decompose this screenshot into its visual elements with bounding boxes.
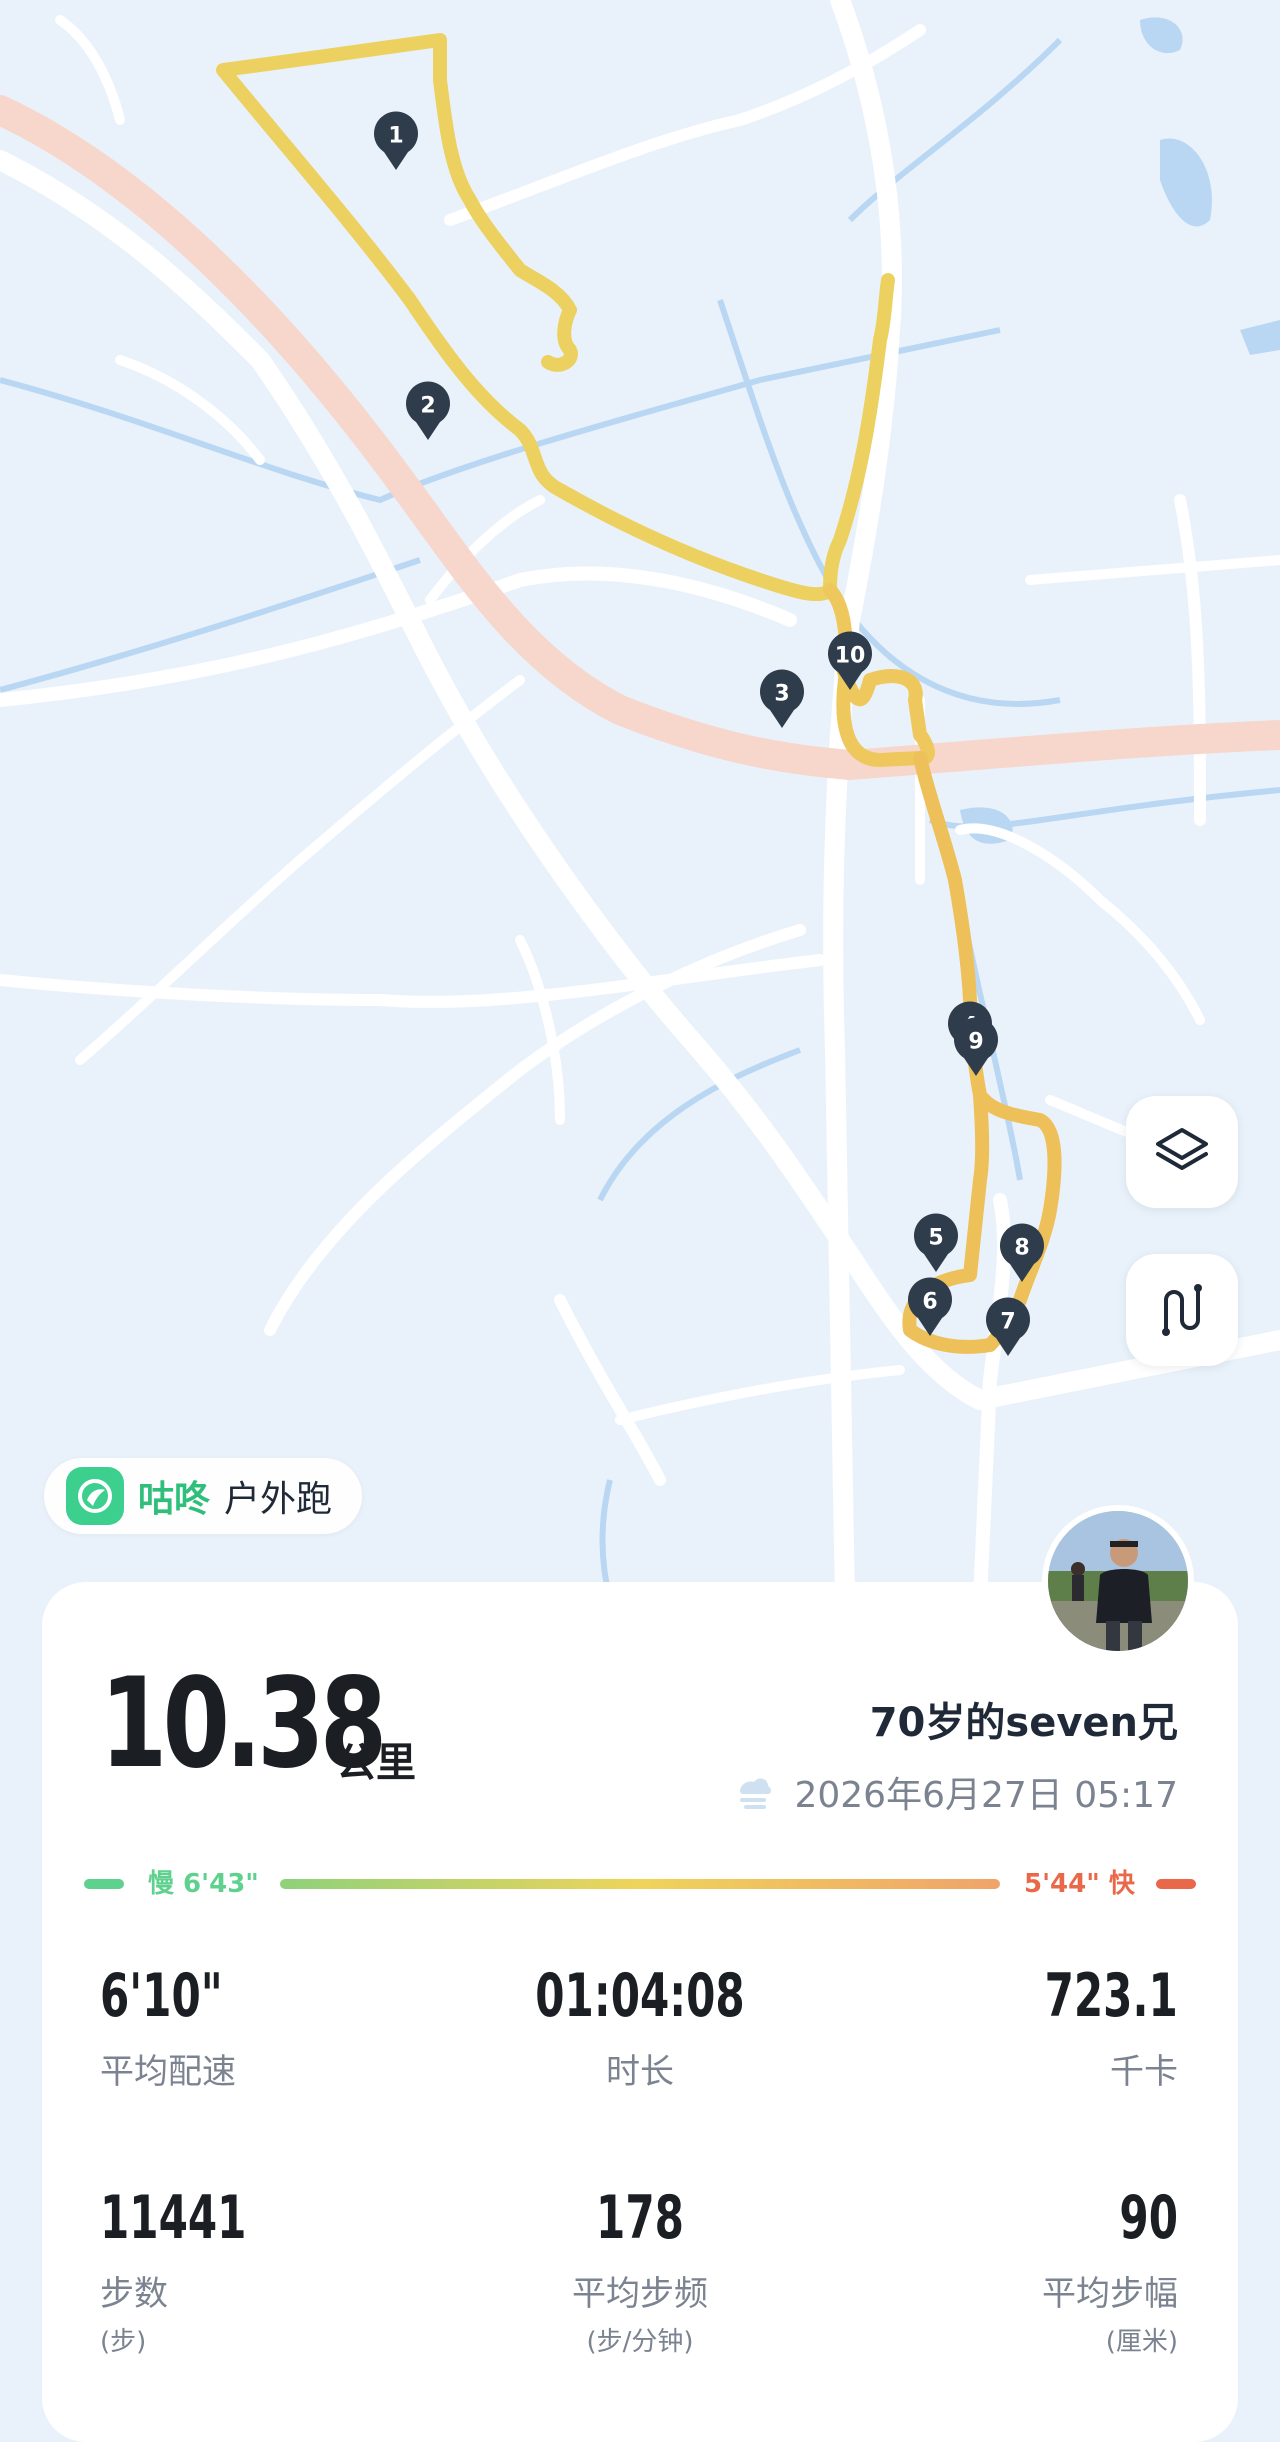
route-map[interactable]: 1 2 3 4 5 6 7 8 9 10 [0, 0, 1280, 1600]
brand-badge: 咕咚 户外跑 [44, 1458, 363, 1534]
stat-unit: (步/分钟) [586, 2327, 694, 2357]
stat-duration: 01:04:08 时长 [440, 1966, 840, 2093]
stat-label: 时长 [606, 2052, 674, 2092]
stat-value: 178 [596, 2183, 684, 2253]
route-marker-label: 1 [388, 124, 403, 149]
stat-value: 6'10" [100, 1961, 223, 2031]
route-marker-label: 5 [928, 1226, 943, 1251]
pace-slow-marker [84, 1879, 124, 1889]
pace-gradient [280, 1879, 1000, 1889]
cloudy-icon [740, 1778, 772, 1809]
avatar[interactable] [1042, 1505, 1194, 1657]
stat-value: 90 [1119, 2183, 1178, 2253]
layers-icon [1156, 1128, 1208, 1170]
stat-label: 平均步频 [572, 2274, 708, 2314]
stat-unit: (厘米) [1105, 2327, 1178, 2357]
datetime-text: 2026年6月27日 05:17 [794, 1775, 1178, 1816]
route-marker-label: 6 [922, 1290, 937, 1315]
stat-steps: 11441 步数 (步) [100, 2188, 288, 2358]
activity-type: 户外跑 [224, 1479, 333, 1520]
stat-label: 平均步幅 [1042, 2274, 1178, 2314]
brand-name: 咕咚 [138, 1479, 211, 1520]
stat-value: 723.1 [1044, 1961, 1178, 2031]
stat-cadence: 178 平均步频 (步/分钟) [440, 2188, 840, 2358]
map-layers-button[interactable] [1126, 1096, 1238, 1208]
route-marker-label: 8 [1014, 1236, 1029, 1261]
stat-label: 步数 [100, 2274, 168, 2314]
user-name[interactable]: 70岁的seven兄 [870, 1690, 1178, 1748]
pace-slow-label: 慢 6'43" [148, 1869, 259, 1899]
stat-stride: 90 平均步幅 (厘米) [1042, 2188, 1178, 2358]
route-icon [1162, 1284, 1202, 1336]
stat-calories: 723.1 千卡 [1007, 1966, 1178, 2093]
route-marker-label: 7 [1000, 1310, 1015, 1335]
distance-unit: 公里 [336, 1740, 416, 1786]
stat-value: 01:04:08 [535, 1961, 745, 2031]
pace-fast-marker [1156, 1879, 1196, 1889]
route-replay-button[interactable] [1126, 1254, 1238, 1366]
codoon-bird-icon [66, 1467, 124, 1525]
stat-unit: (步) [100, 2327, 147, 2357]
route-marker-label: 2 [420, 394, 435, 419]
route-marker-label: 3 [774, 682, 789, 707]
pace-fast-label: 5'44" 快 [1024, 1869, 1135, 1899]
route-marker-label: 9 [968, 1030, 983, 1055]
stat-value: 11441 [100, 2183, 247, 2253]
route-marker-label: 10 [835, 644, 866, 669]
stat-avg-pace: 6'10" 平均配速 [100, 1966, 257, 2093]
run-datetime: 2026年6月27日 05:17 [730, 1766, 1178, 1818]
stat-label: 千卡 [1110, 2052, 1178, 2092]
stat-label: 平均配速 [100, 2052, 236, 2092]
